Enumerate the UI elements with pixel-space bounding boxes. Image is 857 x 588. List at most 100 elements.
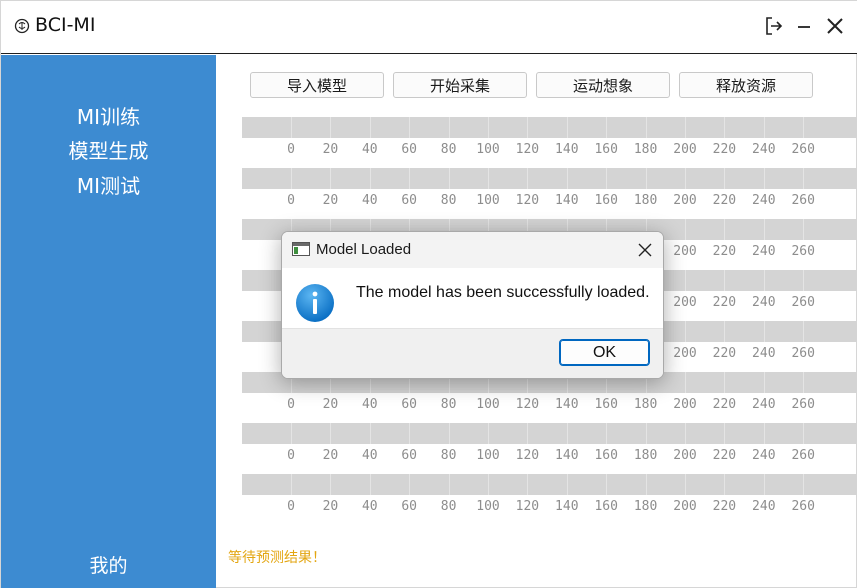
tick-label: 60 [401, 499, 418, 514]
sidebar-item-mi-training[interactable]: MI训练 [1, 101, 216, 130]
grid-line [763, 474, 765, 495]
tick-label: 240 [752, 346, 776, 361]
tick-label: 260 [791, 295, 815, 310]
grid-line [685, 270, 686, 291]
grid-line [369, 168, 371, 189]
x-axis-ticks: 0 20 40 60 80 100 120 140 160 180 200 220 240 260 [242, 397, 857, 415]
tick-label: 20 [322, 499, 339, 514]
tick-label: 140 [555, 448, 579, 463]
title-bar: BCI-MI [1, 1, 857, 54]
tick-label: 80 [440, 448, 457, 463]
grid-line [724, 372, 726, 393]
grid-line [527, 117, 529, 138]
tick-label: 0 [287, 142, 295, 157]
sidebar-item-mi-test[interactable]: MI测试 [1, 170, 216, 199]
grid-line [488, 168, 489, 189]
grid-line [724, 219, 726, 240]
tick-label: 240 [752, 142, 776, 157]
tick-label: 40 [361, 499, 378, 514]
tick-label: 180 [633, 397, 658, 412]
grid-line [330, 168, 332, 189]
tick-label: 220 [712, 244, 737, 259]
grid-line [763, 168, 765, 189]
grid-line [409, 423, 411, 444]
grid-line [369, 474, 371, 495]
logout-button[interactable] [761, 13, 787, 39]
grid-line [724, 168, 726, 189]
close-icon [827, 18, 843, 34]
tick-label: 20 [322, 193, 339, 208]
sidebar-item-mine[interactable]: 我的 [1, 551, 216, 578]
ok-button[interactable]: OK [559, 339, 650, 366]
grid-line [566, 117, 568, 138]
grid-line [685, 117, 686, 138]
tick-label: 40 [361, 448, 378, 463]
dialog-close-button[interactable] [635, 240, 655, 260]
tick-label: 220 [712, 346, 737, 361]
motor-imagery-button[interactable]: 运动想象 [536, 72, 670, 98]
tick-label: 80 [440, 193, 457, 208]
grid-line [291, 168, 292, 189]
tick-label: 160 [594, 448, 618, 463]
dialog-title: Model Loaded [316, 241, 412, 258]
tick-label: 240 [752, 499, 776, 514]
grid-line [448, 117, 450, 138]
tick-label: 0 [287, 448, 295, 463]
grid-line [291, 117, 292, 138]
grid-line [291, 474, 292, 495]
tick-label: 20 [322, 142, 339, 157]
tick-label: 200 [673, 295, 697, 310]
tick-label: 100 [476, 193, 500, 208]
channel-strip [242, 474, 857, 495]
start-acquisition-button[interactable]: 开始采集 [393, 72, 527, 98]
tick-label: 100 [476, 448, 500, 463]
grid-line [330, 474, 332, 495]
tick-label: 200 [673, 142, 697, 157]
grid-line [566, 474, 568, 495]
tick-label: 120 [515, 397, 540, 412]
tick-label: 180 [633, 193, 658, 208]
grid-line [606, 168, 608, 189]
tick-label: 160 [594, 499, 618, 514]
sidebar: MI训练 模型生成 MI测试 我的 [1, 55, 216, 588]
tick-label: 0 [287, 193, 295, 208]
tick-label: 240 [752, 295, 776, 310]
tick-label: 260 [791, 193, 815, 208]
tick-label: 220 [712, 193, 737, 208]
grid-line [724, 270, 726, 291]
grid-line [803, 117, 805, 138]
grid-line [566, 168, 568, 189]
release-resources-button[interactable]: 释放资源 [679, 72, 813, 98]
grid-line [763, 372, 765, 393]
tick-label: 200 [673, 397, 697, 412]
grid-line [448, 423, 450, 444]
grid-line [645, 423, 647, 444]
tick-label: 180 [633, 499, 658, 514]
tick-label: 60 [401, 397, 418, 412]
grid-line [763, 219, 765, 240]
tick-label: 200 [673, 499, 697, 514]
grid-line [606, 423, 608, 444]
tick-label: 20 [322, 448, 339, 463]
tick-label: 240 [752, 193, 776, 208]
tick-label: 80 [440, 499, 457, 514]
import-model-button[interactable]: 导入模型 [250, 72, 384, 98]
grid-line [803, 423, 805, 444]
grid-line [803, 168, 805, 189]
grid-line [606, 474, 608, 495]
tick-label: 180 [633, 142, 658, 157]
minimize-button[interactable] [791, 13, 817, 39]
tick-label: 160 [594, 397, 618, 412]
grid-line [803, 372, 805, 393]
x-axis-ticks: 0 20 40 60 80 100 120 140 160 180 200 220 240 260 [242, 193, 857, 211]
grid-line [409, 168, 411, 189]
grid-line [685, 423, 686, 444]
close-button[interactable] [822, 13, 848, 39]
x-axis-ticks: 0 20 40 60 80 100 120 140 160 180 200 220 240 260 [242, 448, 857, 466]
app-title: BCI-MI [35, 14, 96, 36]
sidebar-item-model-generation[interactable]: 模型生成 [1, 135, 216, 164]
grid-line [330, 117, 332, 138]
grid-line [645, 474, 647, 495]
tick-label: 40 [361, 397, 378, 412]
logout-icon [766, 17, 783, 35]
